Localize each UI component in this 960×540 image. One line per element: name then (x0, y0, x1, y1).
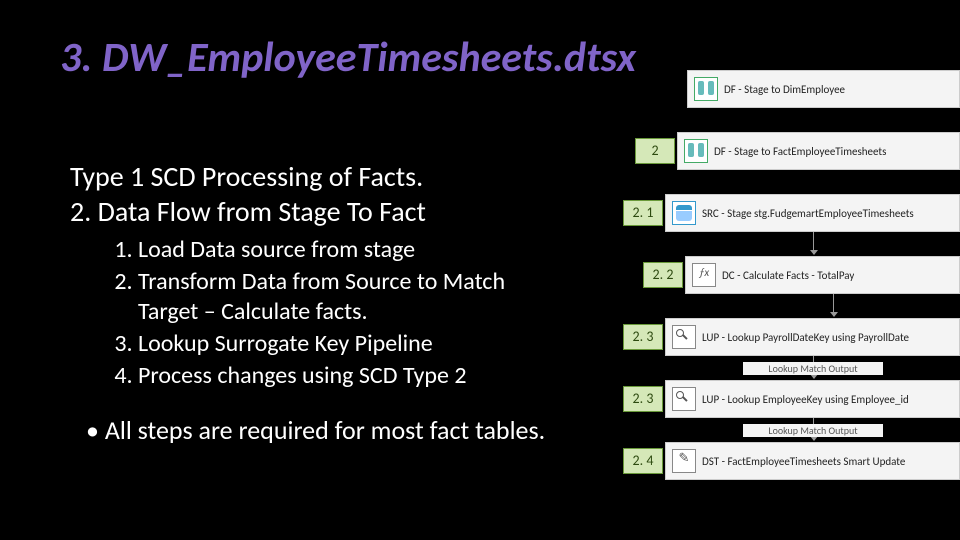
slide-title: 3. DW_EmployeeTimesheets.dtsx (60, 32, 636, 83)
flow-arrow (813, 232, 814, 254)
lookup-icon (672, 325, 696, 349)
source-icon (672, 201, 696, 225)
task-node: 2. 1 SRC - Stage stg.FudgemartEmployeeTi… (623, 194, 960, 232)
task-label: DC - Calculate Facts - TotalPay (722, 269, 854, 282)
subtitle-1: Type 1 SCD Processing of Facts. (70, 160, 423, 194)
task-node: 2. 2 DC - Calculate Facts - TotalPay (643, 256, 960, 294)
dataflow-icon (684, 139, 708, 163)
task-box: LUP - Lookup PayrollDateKey using Payrol… (665, 318, 960, 356)
task-node: 2. 3 LUP - Lookup EmployeeKey using Empl… (623, 380, 960, 418)
task-label: DF - Stage to DimEmployee (724, 83, 845, 96)
dataflow-icon (694, 77, 718, 101)
flow-arrow (833, 294, 834, 316)
task-box: DST - FactEmployeeTimesheets Smart Updat… (665, 442, 960, 480)
step-tag: 2. 4 (623, 448, 663, 474)
task-label: LUP - Lookup PayrollDateKey using Payrol… (702, 331, 909, 344)
task-label: LUP - Lookup EmployeeKey using Employee_… (702, 393, 909, 406)
arrow-label: Lookup Match Output (743, 424, 883, 437)
task-node: DF - Stage to DimEmployee (645, 70, 960, 108)
list-item: Transform Data from Source to Match Targ… (138, 267, 568, 327)
list-item: Lookup Surrogate Key Pipeline (138, 329, 568, 359)
step-tag: 2. 1 (623, 200, 663, 226)
task-label: DST - FactEmployeeTimesheets Smart Updat… (702, 455, 905, 468)
task-box: LUP - Lookup EmployeeKey using Employee_… (665, 380, 960, 418)
ssis-diagram: DF - Stage to DimEmployee 2 DF - Stage t… (605, 70, 960, 504)
list-item: Process changes using SCD Type 2 (138, 361, 568, 391)
task-box: DF - Stage to DimEmployee (687, 70, 960, 108)
slide: 3. DW_EmployeeTimesheets.dtsx Type 1 SCD… (0, 0, 960, 540)
task-node: 2. 4 DST - FactEmployeeTimesheets Smart … (623, 442, 960, 480)
step-tag: 2 (635, 138, 675, 164)
task-box: DF - Stage to FactEmployeeTimesheets (677, 132, 960, 170)
step-tag: 2. 3 (623, 386, 663, 412)
task-label: SRC - Stage stg.FudgemartEmployeeTimeshe… (702, 207, 914, 220)
list-item: Load Data source from stage (138, 235, 568, 265)
task-label: DF - Stage to FactEmployeeTimesheets (714, 145, 886, 158)
task-node: 2 DF - Stage to FactEmployeeTimesheets (635, 132, 960, 170)
task-box: SRC - Stage stg.FudgemartEmployeeTimeshe… (665, 194, 960, 232)
task-box: DC - Calculate Facts - TotalPay (685, 256, 960, 294)
step-tag: 2. 2 (643, 262, 683, 288)
destination-icon (672, 449, 696, 473)
task-node: 2. 3 LUP - Lookup PayrollDateKey using P… (623, 318, 960, 356)
arrow-label: Lookup Match Output (743, 362, 883, 375)
subtitle-2: 2. Data Flow from Stage To Fact (70, 195, 426, 229)
derived-column-icon (692, 263, 716, 287)
steps-list: Load Data source from stage Transform Da… (108, 235, 568, 393)
lookup-icon (672, 387, 696, 411)
bullet-note: • All steps are required for most fact t… (86, 415, 556, 446)
step-tag: 2. 3 (623, 324, 663, 350)
